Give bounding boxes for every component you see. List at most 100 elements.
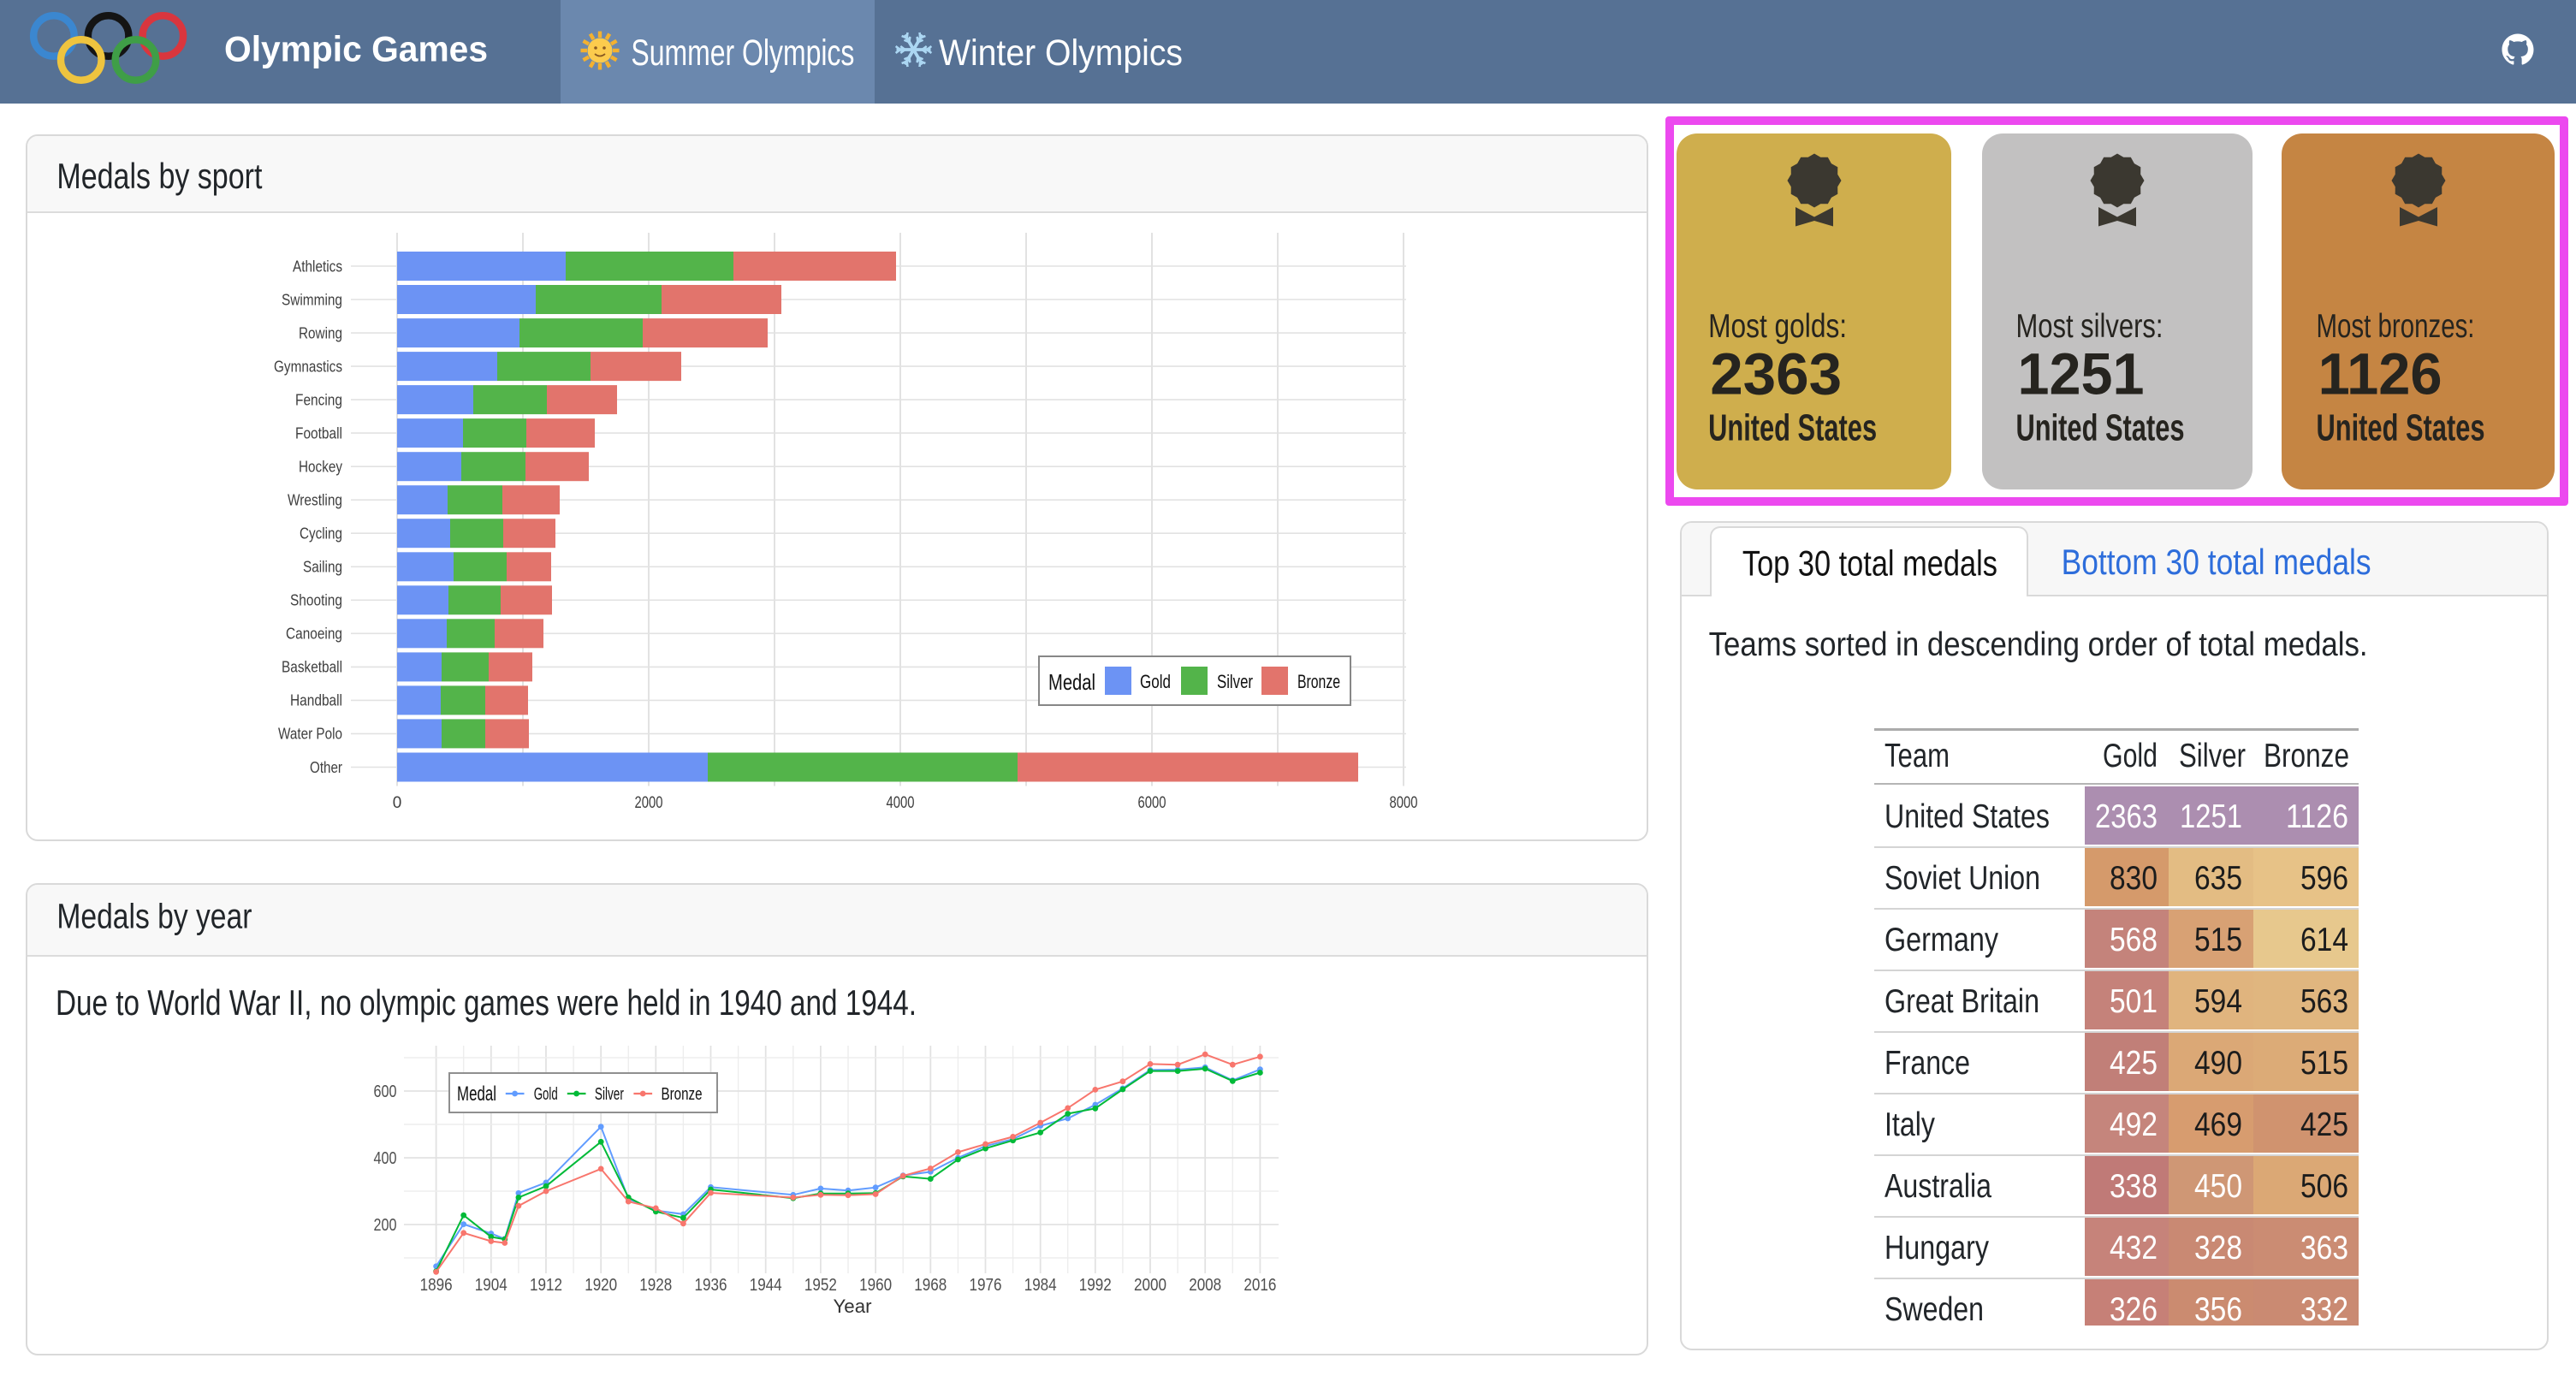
svg-text:332: 332 [2300, 1291, 2348, 1328]
svg-text:1126: 1126 [2286, 798, 2348, 835]
svg-text:1960: 1960 [859, 1276, 892, 1295]
svg-text:1968: 1968 [914, 1276, 947, 1295]
svg-text:Other: Other [310, 759, 342, 776]
svg-text:469: 469 [2194, 1106, 2242, 1143]
svg-text:614: 614 [2300, 922, 2348, 958]
svg-text:Top 30 total medals: Top 30 total medals [1742, 543, 1997, 583]
svg-text:596: 596 [2300, 860, 2348, 897]
svg-text:Bronze: Bronze [1297, 671, 1340, 692]
svg-text:2000: 2000 [635, 794, 663, 812]
svg-text:1251: 1251 [2180, 798, 2242, 835]
svg-text:United States: United States [2016, 407, 2185, 449]
svg-text:490: 490 [2194, 1045, 2242, 1082]
svg-text:Basketball: Basketball [282, 659, 342, 676]
svg-text:1936: 1936 [695, 1276, 727, 1295]
svg-text:635: 635 [2194, 860, 2242, 897]
svg-text:1251: 1251 [2018, 341, 2145, 407]
svg-text:Gold: Gold [1140, 671, 1171, 692]
svg-text:Olympic Games: Olympic Games [224, 29, 488, 69]
svg-text:1976: 1976 [970, 1276, 1002, 1295]
svg-text:United States: United States [1885, 798, 2050, 835]
svg-text:6000: 6000 [1138, 794, 1166, 812]
svg-text:Year: Year [834, 1296, 872, 1317]
svg-text:Canoeing: Canoeing [286, 626, 342, 643]
svg-text:200: 200 [374, 1216, 397, 1235]
svg-text:Water Polo: Water Polo [278, 726, 342, 743]
svg-text:830: 830 [2110, 860, 2158, 897]
svg-text:328: 328 [2194, 1230, 2242, 1266]
svg-text:425: 425 [2300, 1106, 2348, 1143]
svg-text:2016: 2016 [1243, 1276, 1276, 1295]
svg-text:356: 356 [2194, 1291, 2242, 1328]
svg-text:Hungary: Hungary [1885, 1230, 1989, 1266]
svg-text:600: 600 [374, 1082, 397, 1101]
svg-text:Fencing: Fencing [295, 391, 342, 408]
svg-text:338: 338 [2110, 1168, 2158, 1205]
svg-text:Medals by year: Medals by year [56, 897, 252, 936]
svg-text:Bottom 30 total medals: Bottom 30 total medals [2062, 542, 2371, 582]
svg-text:Medal: Medal [1048, 669, 1095, 695]
svg-text:United States: United States [2317, 407, 2485, 449]
svg-text:Hockey: Hockey [299, 459, 342, 476]
svg-text:Swimming: Swimming [282, 291, 342, 308]
svg-text:Wrestling: Wrestling [288, 492, 342, 509]
svg-text:Rowing: Rowing [299, 324, 342, 341]
svg-text:Sailing: Sailing [303, 559, 342, 576]
svg-text:Gold: Gold [2103, 738, 2158, 774]
svg-text:Sweden: Sweden [1885, 1291, 1984, 1328]
svg-text:1912: 1912 [530, 1276, 562, 1295]
svg-text:Gold: Gold [534, 1085, 558, 1104]
svg-text:1992: 1992 [1079, 1276, 1112, 1295]
svg-text:Silver: Silver [1217, 671, 1253, 692]
svg-text:Athletics: Athletics [293, 258, 342, 275]
svg-text:Bronze: Bronze [662, 1085, 703, 1104]
svg-text:Australia: Australia [1885, 1168, 1991, 1205]
svg-text:1904: 1904 [475, 1276, 507, 1295]
svg-text:Due to World War II, no olympi: Due to World War II, no olympic games we… [56, 982, 917, 1023]
svg-text:Winter Olympics: Winter Olympics [939, 33, 1183, 74]
svg-text:1952: 1952 [804, 1276, 837, 1295]
svg-text:Most silvers:: Most silvers: [2016, 308, 2163, 345]
svg-text:506: 506 [2300, 1168, 2348, 1205]
svg-text:Medals by sport: Medals by sport [56, 156, 262, 196]
svg-text:563: 563 [2300, 983, 2348, 1020]
svg-text:1928: 1928 [639, 1276, 672, 1295]
svg-text:Medal: Medal [457, 1082, 496, 1106]
svg-text:450: 450 [2194, 1168, 2242, 1205]
svg-text:Cycling: Cycling [300, 525, 342, 543]
svg-text:4000: 4000 [887, 794, 915, 812]
svg-text:363: 363 [2300, 1230, 2348, 1266]
svg-text:432: 432 [2110, 1230, 2158, 1266]
svg-text:Germany: Germany [1885, 922, 1998, 958]
svg-text:Soviet Union: Soviet Union [1885, 860, 2040, 897]
svg-text:515: 515 [2300, 1045, 2348, 1082]
svg-text:1984: 1984 [1024, 1276, 1057, 1295]
svg-text:Most golds:: Most golds: [1708, 308, 1847, 345]
svg-text:1920: 1920 [585, 1276, 617, 1295]
svg-text:1944: 1944 [750, 1276, 782, 1295]
svg-text:501: 501 [2110, 983, 2158, 1020]
svg-text:400: 400 [374, 1149, 397, 1168]
svg-text:8000: 8000 [1390, 794, 1418, 812]
svg-text:Teams sorted in descending ord: Teams sorted in descending order of tota… [1709, 626, 2368, 663]
svg-text:Summer Olympics: Summer Olympics [631, 33, 854, 74]
svg-text:1896: 1896 [420, 1276, 453, 1295]
svg-text:515: 515 [2194, 922, 2242, 958]
svg-text:326: 326 [2110, 1291, 2158, 1328]
svg-text:Football: Football [295, 424, 342, 442]
svg-text:Team: Team [1885, 738, 1950, 774]
svg-text:425: 425 [2110, 1045, 2158, 1082]
svg-text:568: 568 [2110, 922, 2158, 958]
svg-text:594: 594 [2194, 983, 2242, 1020]
svg-text:Silver: Silver [2179, 738, 2246, 774]
svg-text:0: 0 [393, 794, 402, 812]
svg-text:Bronze: Bronze [2264, 738, 2349, 774]
svg-text:492: 492 [2110, 1106, 2158, 1143]
svg-text:Italy: Italy [1885, 1106, 1935, 1143]
svg-text:2008: 2008 [1189, 1276, 1221, 1295]
svg-text:Shooting: Shooting [290, 592, 342, 609]
svg-text:2000: 2000 [1134, 1276, 1166, 1295]
svg-text:Most bronzes:: Most bronzes: [2317, 308, 2475, 345]
svg-text:United States: United States [1708, 407, 1877, 449]
svg-text:1126: 1126 [2318, 341, 2442, 407]
